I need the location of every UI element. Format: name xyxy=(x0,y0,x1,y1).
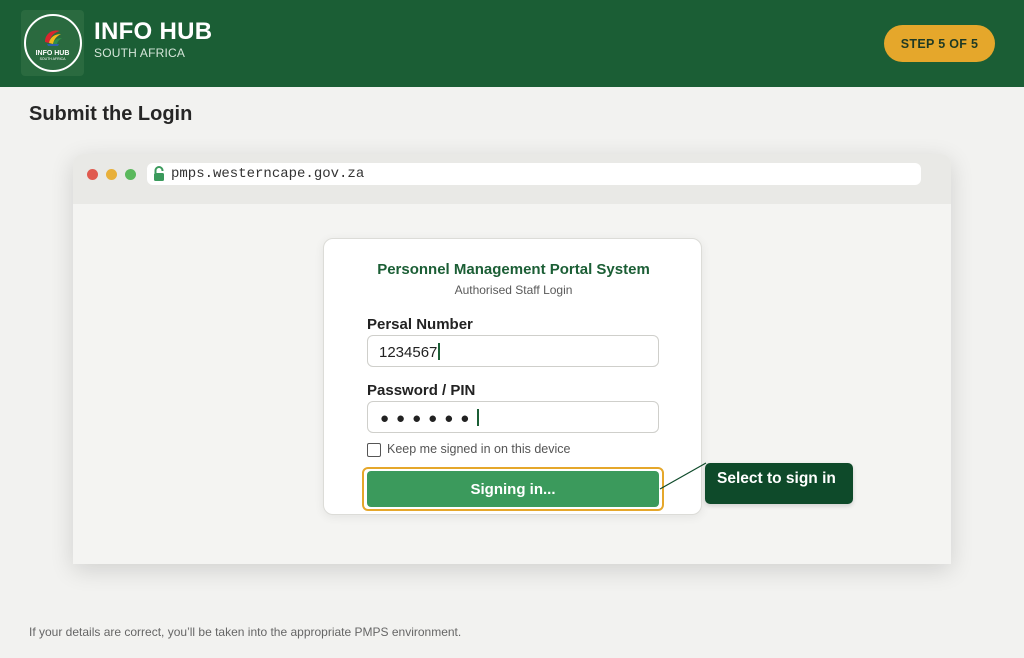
footer-note: If your details are correct, you’ll be t… xyxy=(29,625,462,639)
sign-in-callout: Select to sign in xyxy=(705,463,853,504)
callout-leader-line xyxy=(659,462,707,490)
